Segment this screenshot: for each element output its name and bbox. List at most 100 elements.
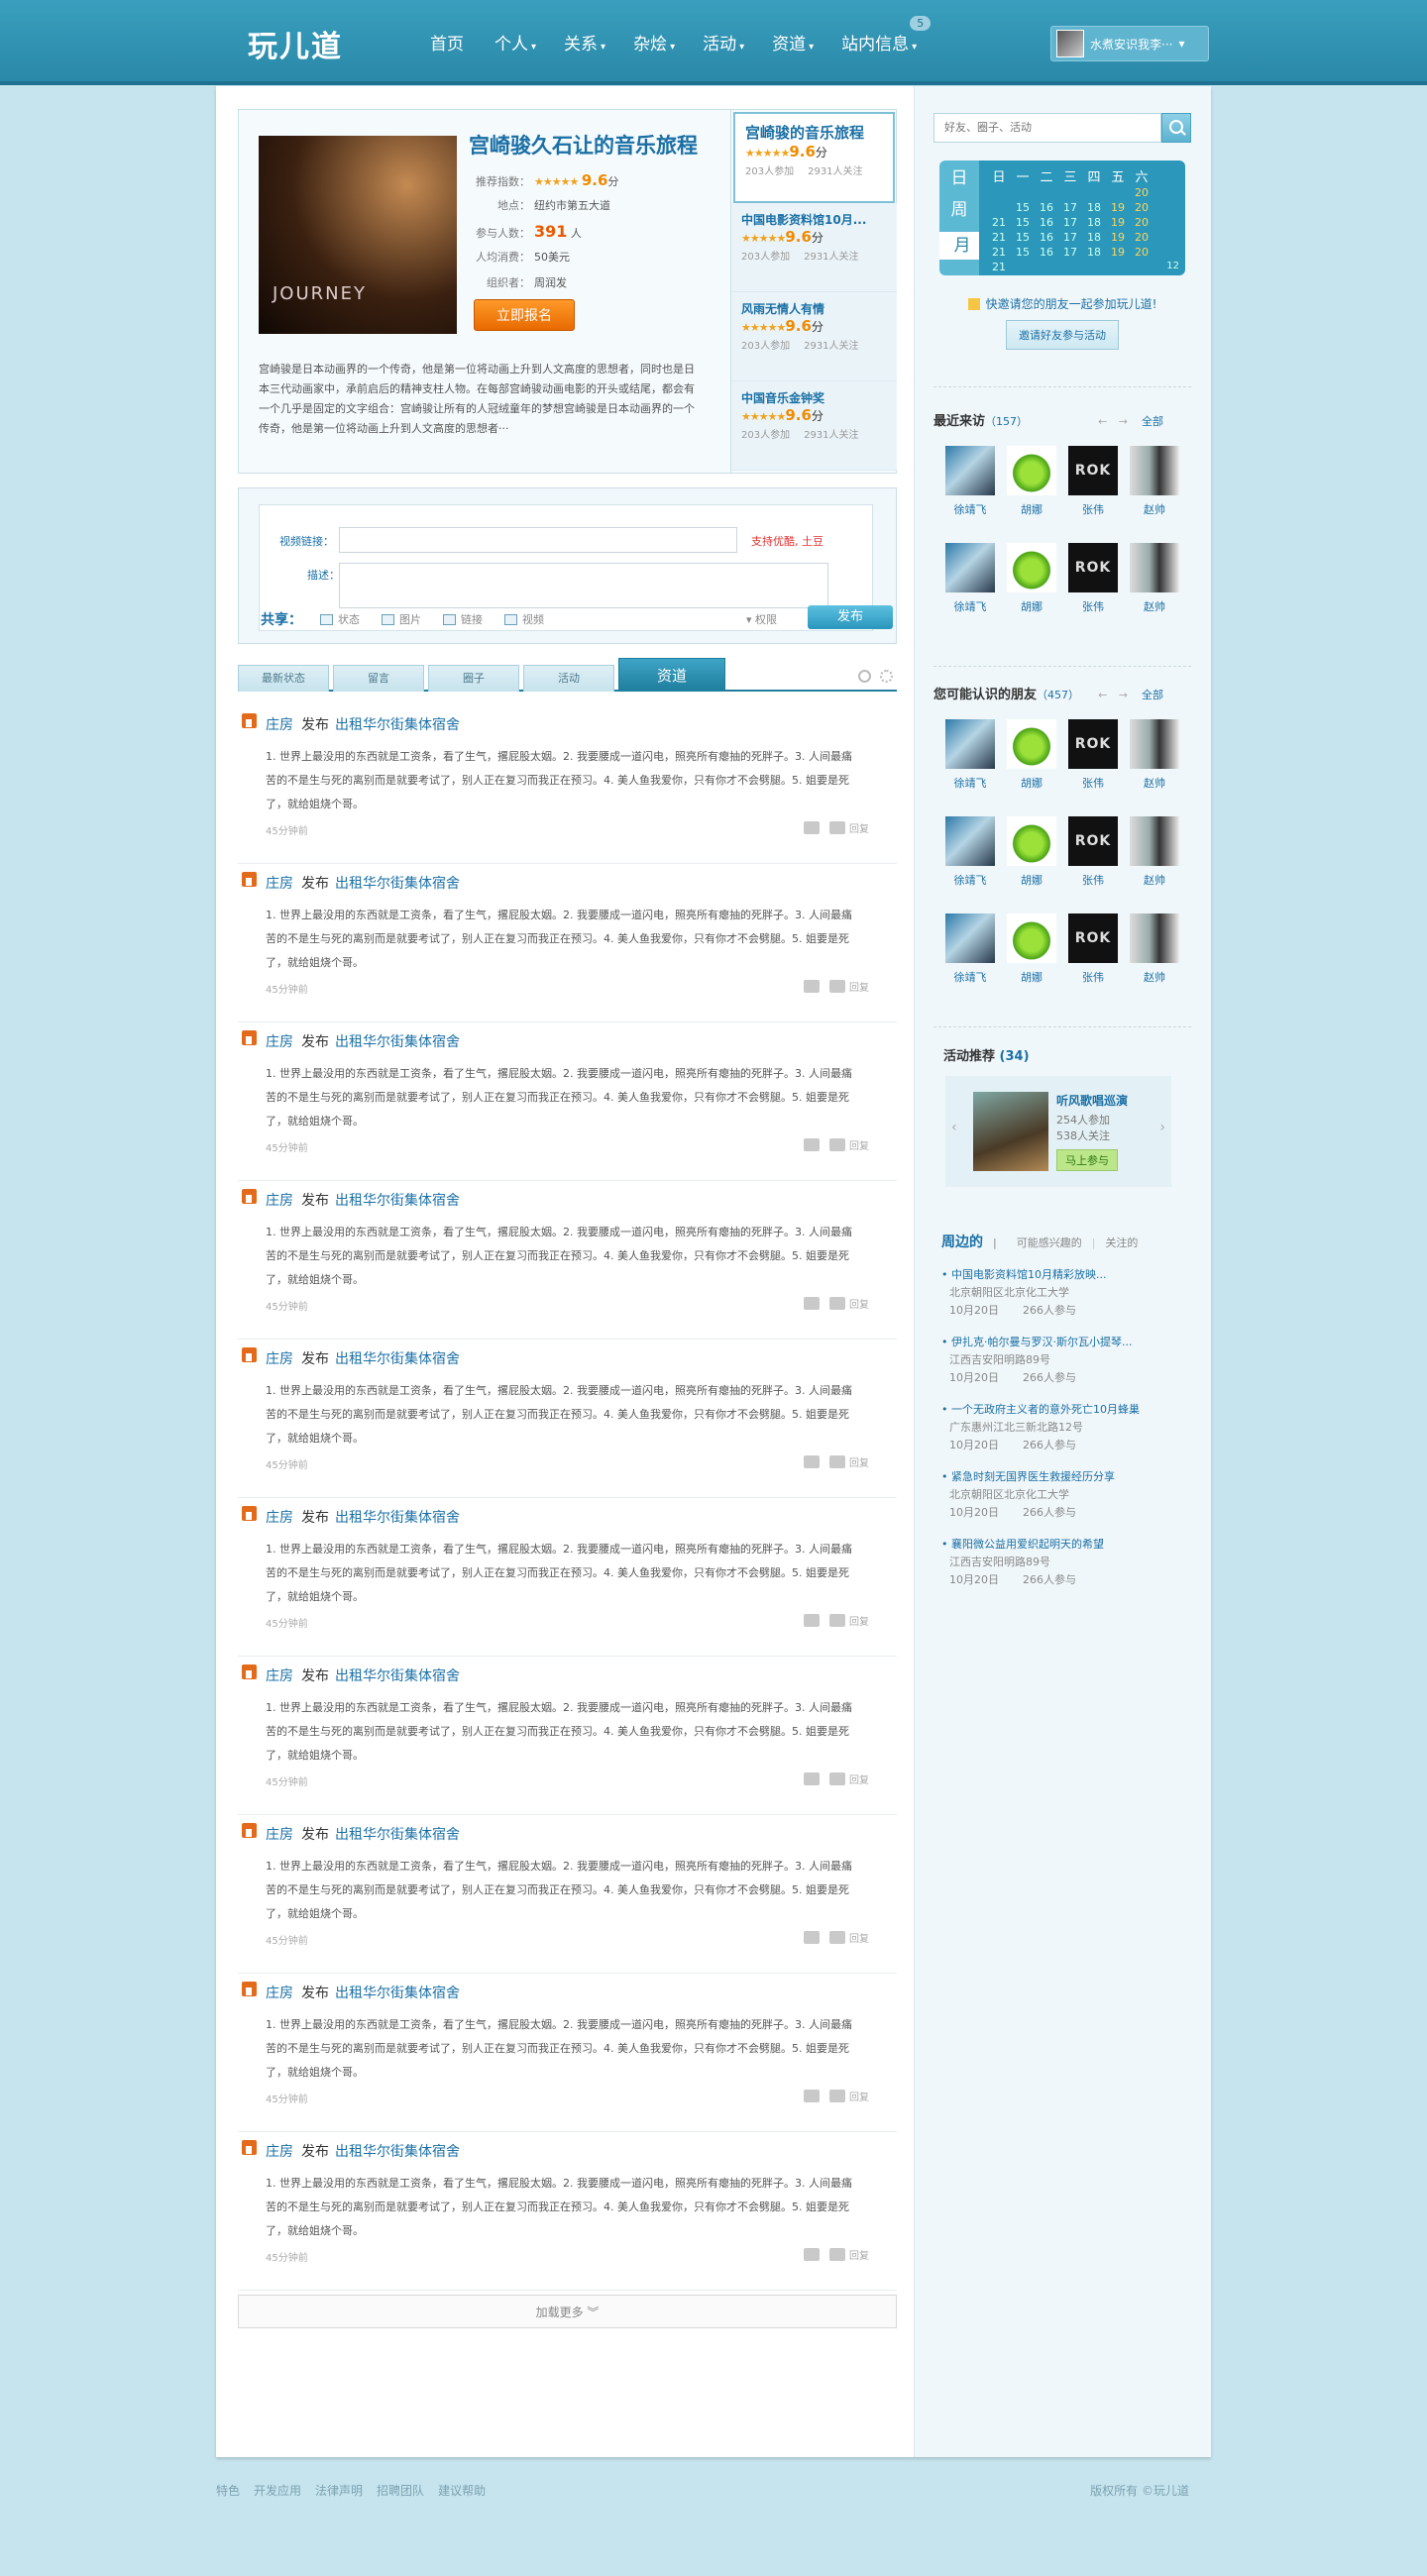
feed-user-link[interactable]: 庄房 bbox=[266, 1986, 293, 2001]
friend-avatar[interactable]: ROK bbox=[1068, 816, 1118, 866]
refresh-icon[interactable] bbox=[858, 670, 871, 683]
friend-card[interactable]: ROK 张伟 bbox=[1062, 913, 1124, 1011]
friend-card[interactable]: 徐靖飞 bbox=[939, 719, 1001, 816]
featured-list-item[interactable]: 宫崎骏的音乐旅程 ★★★★★9.6分 203人参加 2931人关注 bbox=[733, 112, 895, 203]
calendar-day[interactable]: 17 bbox=[1058, 245, 1082, 260]
friend-name[interactable]: 张伟 bbox=[1062, 775, 1124, 791]
nearby-item-title[interactable]: • 伊扎克·帕尔曼与罗汉·斯尔瓦小提琴... bbox=[941, 1334, 1154, 1351]
reply-action[interactable]: 回复 bbox=[829, 1454, 869, 1469]
calendar-day[interactable]: 19 bbox=[1106, 215, 1130, 230]
reply-action[interactable]: 回复 bbox=[829, 1296, 869, 1311]
calendar-day[interactable]: 20 bbox=[1130, 185, 1153, 200]
like-icon[interactable] bbox=[804, 2248, 820, 2261]
calendar-day[interactable]: 21 bbox=[987, 215, 1011, 230]
footer-link[interactable]: 建议帮助 bbox=[438, 2484, 486, 2498]
feed-topic-link[interactable]: 出租华尔街集体宿舍 bbox=[335, 1034, 460, 1050]
calendar-day[interactable]: 15 bbox=[1011, 230, 1035, 245]
calendar-day[interactable]: 17 bbox=[1058, 215, 1082, 230]
friend-avatar[interactable] bbox=[945, 446, 995, 495]
calendar-day[interactable]: 15 bbox=[1011, 215, 1035, 230]
activity-poster[interactable]: JOURNEY bbox=[259, 136, 457, 334]
friend-avatar[interactable] bbox=[945, 816, 995, 866]
friend-name[interactable]: 赵帅 bbox=[1124, 501, 1185, 517]
friend-card[interactable]: 胡娜 bbox=[1001, 816, 1062, 913]
friend-avatar[interactable] bbox=[1130, 816, 1179, 866]
friend-card[interactable]: 徐靖飞 bbox=[939, 543, 1001, 640]
feed-user-link[interactable]: 庄房 bbox=[266, 1034, 293, 1050]
calendar-day[interactable]: 19 bbox=[1106, 245, 1130, 260]
friend-card[interactable]: 赵帅 bbox=[1124, 446, 1185, 543]
friend-card[interactable]: ROK 张伟 bbox=[1062, 543, 1124, 640]
like-icon[interactable] bbox=[804, 1772, 820, 1785]
friend-name[interactable]: 徐靖飞 bbox=[939, 598, 1001, 614]
site-logo[interactable]: 玩儿道 bbox=[248, 22, 343, 65]
reply-action[interactable]: 回复 bbox=[829, 1771, 869, 1786]
calendar-day[interactable]: 21 bbox=[987, 245, 1011, 260]
friend-name[interactable]: 张伟 bbox=[1062, 872, 1124, 888]
calendar-day[interactable]: 19 bbox=[1106, 200, 1130, 215]
friend-avatar[interactable] bbox=[1130, 446, 1179, 495]
tab-nearby[interactable]: 周边的 bbox=[941, 1234, 983, 1250]
permission-dropdown[interactable]: ▾ 权限 bbox=[746, 611, 777, 627]
recent-visitors-all-link[interactable]: 全部 bbox=[1142, 410, 1163, 434]
friend-avatar[interactable] bbox=[1007, 816, 1056, 866]
friend-name[interactable]: 胡娜 bbox=[1001, 775, 1062, 791]
reply-action[interactable]: 回复 bbox=[829, 2089, 869, 2103]
tab-activities[interactable]: 活动 bbox=[523, 665, 614, 692]
friend-avatar[interactable] bbox=[945, 719, 995, 769]
nav-item-4[interactable]: 活动 ▾ bbox=[689, 30, 758, 54]
friend-avatar[interactable] bbox=[1130, 543, 1179, 592]
chevron-right-icon[interactable]: › bbox=[1159, 1120, 1165, 1135]
calendar-day[interactable]: 17 bbox=[1058, 230, 1082, 245]
friend-avatar[interactable] bbox=[1007, 543, 1056, 592]
calendar-day[interactable]: 17 bbox=[1058, 200, 1082, 215]
featured-list-title[interactable]: 风雨无情人有情 bbox=[741, 300, 887, 317]
feed-topic-link[interactable]: 出租华尔街集体宿舍 bbox=[335, 1510, 460, 1526]
calendar-day[interactable]: 15 bbox=[1011, 200, 1035, 215]
like-icon[interactable] bbox=[804, 1138, 820, 1151]
calendar-day[interactable]: 16 bbox=[1035, 200, 1058, 215]
nav-item-0[interactable]: 首页 bbox=[416, 30, 481, 54]
nav-item-6[interactable]: 站内信息 ▾ 5 bbox=[827, 16, 932, 54]
image-tool[interactable]: 图片 bbox=[382, 611, 421, 627]
friend-name[interactable]: 赵帅 bbox=[1124, 872, 1185, 888]
calendar-day[interactable]: 20 bbox=[1130, 200, 1153, 215]
friend-name[interactable]: 胡娜 bbox=[1001, 501, 1062, 517]
friend-card[interactable]: 胡娜 bbox=[1001, 446, 1062, 543]
friend-avatar[interactable]: ROK bbox=[1068, 719, 1118, 769]
friend-card[interactable]: 赵帅 bbox=[1124, 543, 1185, 640]
like-icon[interactable] bbox=[804, 1614, 820, 1627]
like-icon[interactable] bbox=[804, 821, 820, 834]
invite-friends-button[interactable]: 邀请好友参与活动 bbox=[1006, 320, 1119, 350]
featured-list-item[interactable]: 中国音乐金钟奖 ★★★★★9.6分 203人参加 2931人关注 bbox=[731, 381, 897, 471]
friend-avatar[interactable] bbox=[945, 913, 995, 963]
friend-name[interactable]: 胡娜 bbox=[1001, 969, 1062, 985]
friend-avatar[interactable]: ROK bbox=[1068, 543, 1118, 592]
featured-list-title[interactable]: 中国电影资料馆10月... bbox=[741, 211, 887, 228]
friend-card[interactable]: ROK 张伟 bbox=[1062, 719, 1124, 816]
feed-topic-link[interactable]: 出租华尔街集体宿舍 bbox=[335, 1193, 460, 1209]
calendar-day[interactable]: 20 bbox=[1130, 245, 1153, 260]
search-input[interactable] bbox=[933, 113, 1161, 143]
nav-item-3[interactable]: 杂烩 ▾ bbox=[619, 30, 689, 54]
friend-name[interactable]: 张伟 bbox=[1062, 969, 1124, 985]
friend-name[interactable]: 张伟 bbox=[1062, 598, 1124, 614]
friend-card[interactable]: ROK 张伟 bbox=[1062, 446, 1124, 543]
nav-item-5[interactable]: 资道 ▾ bbox=[758, 30, 827, 54]
friend-avatar[interactable] bbox=[1130, 913, 1179, 963]
feed-topic-link[interactable]: 出租华尔街集体宿舍 bbox=[335, 1351, 460, 1367]
feed-user-link[interactable]: 庄房 bbox=[266, 1668, 293, 1684]
friend-name[interactable]: 胡娜 bbox=[1001, 598, 1062, 614]
friend-name[interactable]: 张伟 bbox=[1062, 501, 1124, 517]
chevron-left-icon[interactable]: ‹ bbox=[951, 1120, 957, 1135]
friend-name[interactable]: 徐靖飞 bbox=[939, 501, 1001, 517]
calendar-day[interactable]: 20 bbox=[1130, 215, 1153, 230]
friend-card[interactable]: 胡娜 bbox=[1001, 719, 1062, 816]
recommend-item-title[interactable]: 听风歌唱巡演 bbox=[1056, 1092, 1128, 1109]
friend-avatar[interactable]: ROK bbox=[1068, 913, 1118, 963]
reply-action[interactable]: 回复 bbox=[829, 820, 869, 835]
friend-name[interactable]: 赵帅 bbox=[1124, 775, 1185, 791]
feed-user-link[interactable]: 庄房 bbox=[266, 1193, 293, 1209]
calendar-day[interactable]: 20 bbox=[1130, 230, 1153, 245]
calendar-day[interactable]: 18 bbox=[1082, 200, 1106, 215]
